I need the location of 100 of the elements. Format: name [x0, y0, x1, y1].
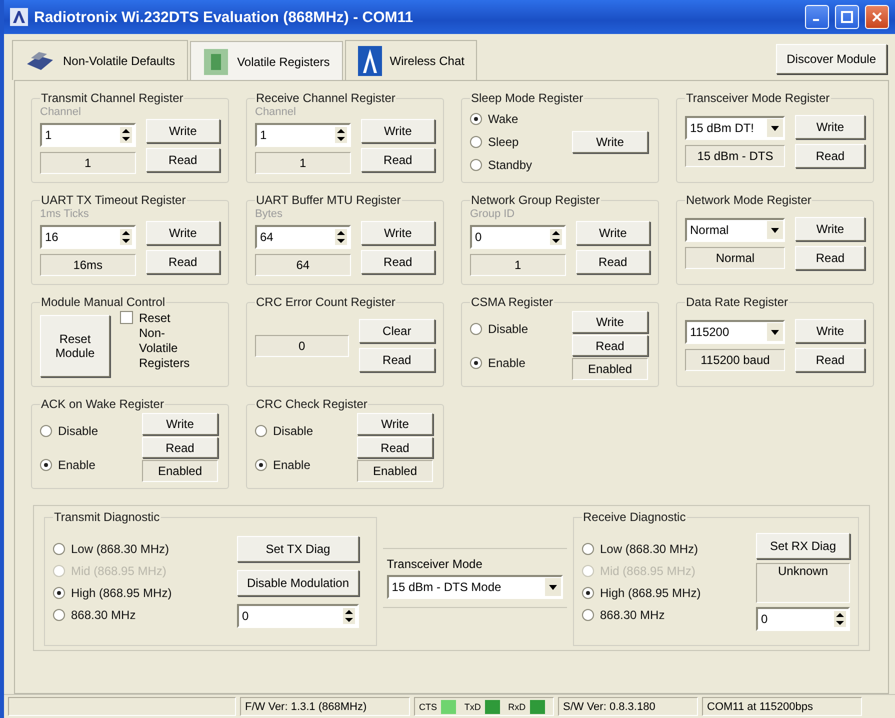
radio-button[interactable] — [53, 608, 65, 620]
spin-field[interactable]: 0 — [237, 604, 359, 628]
push-button[interactable]: Write — [572, 130, 648, 152]
push-button[interactable]: Write — [360, 221, 435, 245]
spin-arrows-icon[interactable] — [120, 228, 132, 244]
dropdown-field[interactable]: 15 dBm - DTS Mode — [386, 575, 563, 599]
value-display: 64 — [255, 254, 351, 276]
push-button[interactable]: Read — [142, 436, 218, 458]
spin-arrows-icon[interactable] — [120, 126, 132, 142]
value-display: Enabled — [572, 358, 648, 380]
reset-button[interactable]: Reset Module — [40, 314, 110, 376]
radio-label: Disable — [273, 424, 314, 438]
spin-field[interactable]: 0 — [756, 606, 850, 630]
push-button[interactable]: Read — [146, 250, 220, 274]
push-button[interactable]: Read — [795, 348, 865, 372]
spin-arrows-icon[interactable] — [334, 228, 347, 244]
spin-arrows-icon[interactable] — [834, 610, 846, 626]
spin-arrows-icon[interactable] — [343, 608, 355, 624]
close-icon[interactable] — [871, 11, 883, 23]
radio-button[interactable] — [470, 136, 482, 148]
push-button[interactable]: Read — [360, 250, 435, 274]
spin-field[interactable]: 64 — [255, 224, 351, 248]
checkbox[interactable] — [120, 311, 133, 324]
maximize-icon[interactable] — [841, 11, 853, 23]
value-display: 1 — [40, 152, 136, 174]
value-display: 16ms — [40, 254, 136, 276]
radio-button[interactable] — [40, 458, 52, 470]
push-button[interactable]: Write — [357, 413, 433, 435]
push-button[interactable]: Write — [360, 119, 435, 143]
field-label: Transceiver Mode — [386, 557, 484, 571]
push-button[interactable]: Read — [360, 148, 435, 172]
push-button[interactable]: Read — [357, 436, 433, 458]
minimize-button[interactable] — [805, 5, 829, 29]
chip-icon[interactable] — [203, 48, 230, 76]
dropdown-field[interactable]: 15 dBm DT! — [685, 116, 786, 140]
spin-field[interactable]: 1 — [40, 122, 136, 146]
spin-field[interactable]: 1 — [255, 122, 351, 146]
spin-field[interactable]: 16 — [40, 224, 136, 248]
radio-button[interactable] — [582, 542, 594, 554]
push-button[interactable]: Write — [146, 221, 220, 245]
value-display: Normal — [685, 247, 786, 269]
tab[interactable]: Wireless Chat — [344, 40, 478, 80]
value-display: Enabled — [357, 460, 433, 482]
radio-button[interactable] — [470, 356, 482, 368]
radio-button[interactable] — [53, 586, 65, 598]
radio-button[interactable] — [582, 608, 594, 620]
radio-label: Standby — [488, 158, 532, 172]
push-button[interactable]: Set TX Diag — [237, 536, 359, 562]
tab[interactable]: Non-Volatile Defaults — [12, 40, 188, 80]
maximize-button[interactable] — [835, 5, 859, 29]
firmware-version: F/W Ver: 1.3.1 (868MHz) — [245, 700, 367, 712]
radio-label: Wake — [488, 112, 518, 126]
push-button[interactable]: Set RX Diag — [756, 532, 850, 558]
radio-button[interactable] — [40, 424, 52, 436]
group-title: Transmit Diagnostic — [53, 510, 161, 524]
push-button[interactable]: Write — [795, 319, 865, 343]
push-button[interactable]: Clear — [358, 319, 435, 343]
group-title: Module Manual Control — [40, 295, 166, 309]
radio-button[interactable] — [255, 424, 267, 436]
radio-button[interactable] — [582, 586, 594, 598]
radio-button[interactable] — [470, 112, 482, 124]
spin-field[interactable]: 0 — [470, 224, 566, 248]
push-button[interactable]: Write — [146, 119, 220, 143]
value-display: 1 — [470, 254, 566, 276]
radio-button[interactable] — [470, 322, 482, 334]
radio-button[interactable] — [470, 158, 482, 170]
spin-arrows-icon[interactable] — [334, 126, 347, 142]
push-button[interactable]: Write — [576, 221, 650, 245]
push-button[interactable]: Write — [795, 115, 865, 139]
dropdown-field[interactable]: Normal — [685, 218, 786, 242]
group-title: UART Buffer MTU Register — [255, 193, 402, 207]
group-title: Transmit Channel Register — [40, 91, 184, 105]
push-button[interactable]: Write — [795, 217, 865, 241]
discover-button[interactable]: Discover Module — [776, 44, 887, 74]
tab[interactable]: Volatile Registers — [190, 41, 343, 81]
value-display: 115200 baud — [685, 349, 786, 371]
push-button[interactable]: Read — [576, 250, 650, 274]
push-button[interactable]: Write — [142, 413, 218, 435]
radio-label: Sleep — [488, 134, 519, 148]
radio-label: 868.30 MHz — [71, 608, 136, 622]
tower-icon[interactable] — [358, 46, 382, 76]
push-button[interactable]: Read — [146, 148, 220, 172]
push-button[interactable]: Disable Modulation — [237, 570, 359, 596]
radio-label: Low (868.30 MHz) — [71, 542, 170, 556]
spin-arrows-icon[interactable] — [550, 228, 562, 244]
radio-label: Enable — [488, 356, 526, 370]
app-icon — [10, 8, 28, 26]
push-button[interactable]: Write — [572, 311, 648, 333]
push-button[interactable]: Read — [572, 334, 648, 356]
push-button[interactable]: Read — [795, 144, 865, 168]
push-button[interactable]: Read — [358, 348, 435, 372]
close-button[interactable] — [865, 5, 889, 29]
field-caption: Channel — [40, 106, 82, 118]
indicator-label: RxD — [508, 702, 526, 712]
push-button[interactable]: Read — [795, 246, 865, 270]
computer-icon[interactable] — [25, 50, 55, 72]
radio-button[interactable] — [53, 542, 65, 554]
field-caption: Bytes — [255, 208, 284, 220]
radio-button[interactable] — [255, 458, 267, 470]
dropdown-field[interactable]: 115200 — [685, 320, 786, 344]
